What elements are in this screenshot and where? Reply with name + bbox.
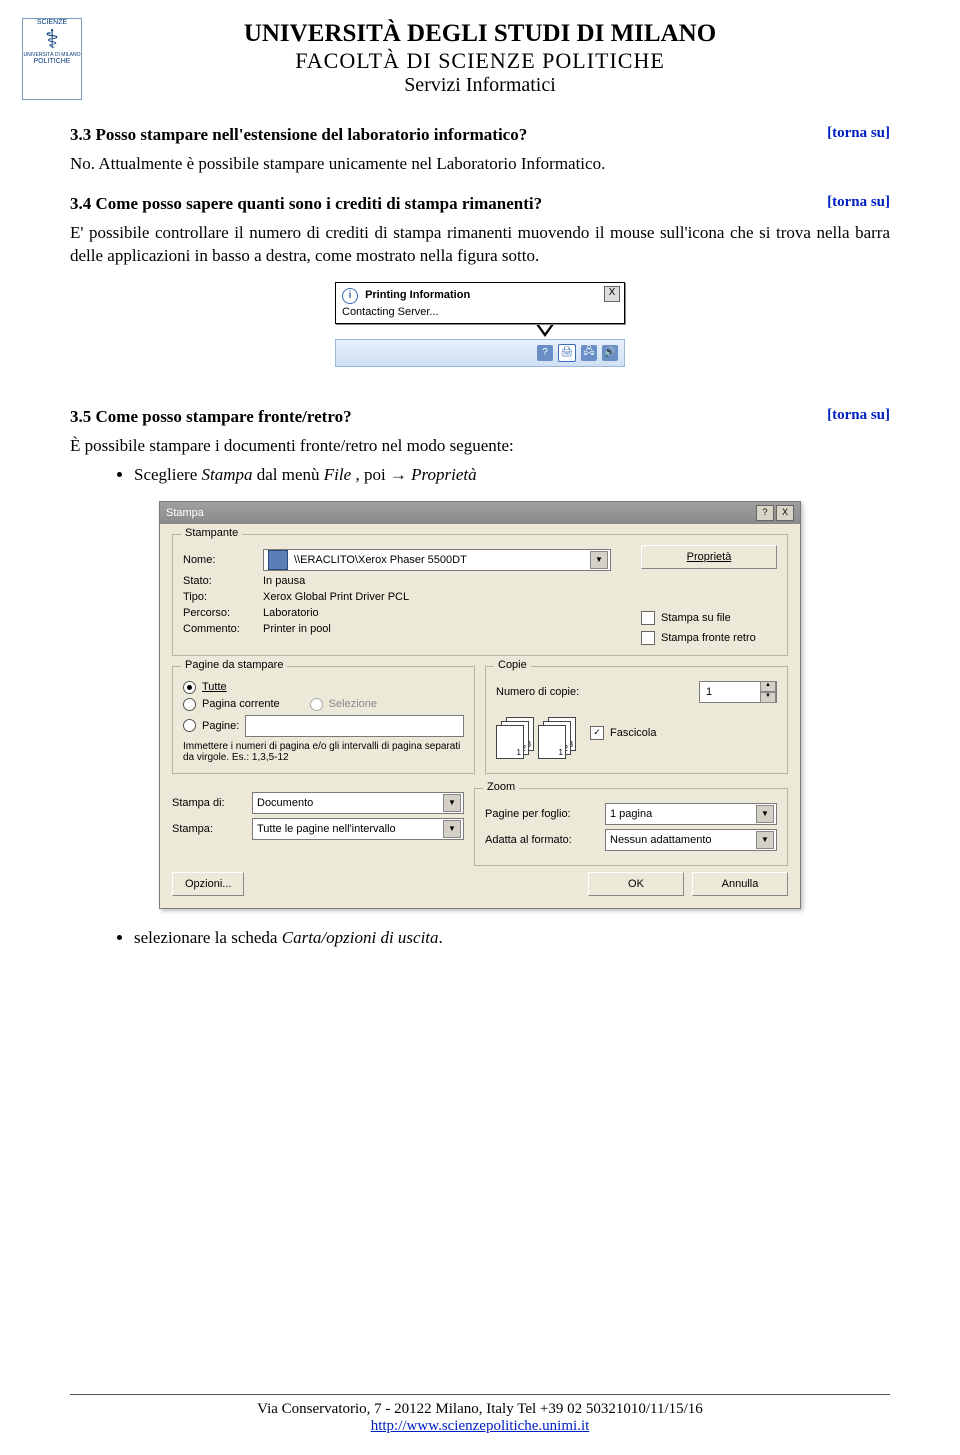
radio-icon [183, 719, 196, 732]
section-3-3-text: No. Attualmente è possibile stampare uni… [70, 153, 890, 176]
bullet-stampa-proprieta: Scegliere Stampa dal menù File , poi → P… [134, 464, 890, 487]
printing-info-tooltip: i Printing Information X Contacting Serv… [335, 282, 625, 324]
num-copie-spinner[interactable]: 1 ▲▼ [699, 681, 777, 703]
back-to-top-link[interactable]: [torna su] [827, 194, 890, 211]
chevron-down-icon: ▼ [443, 794, 461, 812]
ok-button[interactable]: OK [588, 872, 684, 896]
group-stampante-legend: Stampante [181, 527, 242, 539]
university-logo: SCIENZE ⚕ UNIVERSITÀ DI MILANO POLITICHE [22, 18, 82, 100]
ppf-value: 1 pagina [610, 808, 652, 820]
section-3-5-title: 3.5 Come posso stampare fronte/retro? [70, 407, 352, 427]
pagine-input[interactable] [245, 715, 464, 737]
radio-icon [183, 681, 196, 694]
annulla-button[interactable]: Annulla [692, 872, 788, 896]
network-tray-icon[interactable]: 🖧 [581, 345, 597, 361]
group-copie: Copie Numero di copie: 1▲▼ 321 321 ✓Fasc… [485, 666, 788, 774]
value-commento: Printer in pool [263, 623, 331, 635]
checkbox-fronte-retro[interactable]: Stampa fronte retro [641, 631, 756, 645]
volume-tray-icon[interactable]: 🔊 [602, 345, 618, 361]
spin-down-icon[interactable]: ▼ [760, 692, 776, 703]
radio-pagine[interactable]: Pagine: [183, 715, 464, 737]
group-copie-legend: Copie [494, 659, 531, 671]
section-3-4-text: E' possibile controllare il numero di cr… [70, 222, 890, 268]
tray-tooltip-figure: i Printing Information X Contacting Serv… [335, 282, 625, 367]
page-footer: Via Conservatorio, 7 - 20122 Milano, Ita… [70, 1394, 890, 1435]
footer-link[interactable]: http://www.scienzepolitiche.unimi.it [371, 1418, 590, 1434]
help-tray-icon[interactable]: ? [537, 345, 553, 361]
value-tipo: Xerox Global Print Driver PCL [263, 591, 409, 603]
chevron-down-icon: ▼ [756, 805, 774, 823]
back-to-top-link[interactable]: [torna su] [827, 407, 890, 424]
checkbox-icon [641, 631, 655, 645]
section-3-4-title: 3.4 Come posso sapere quanti sono i cred… [70, 194, 542, 214]
opzioni-button[interactable]: Opzioni... [172, 872, 244, 896]
num-copie-value: 1 [706, 686, 712, 698]
logo-text-bottom: POLITICHE [34, 58, 71, 65]
radio-pagina-corrente[interactable]: Pagina corrente [183, 698, 280, 711]
stampa-di-combo[interactable]: Documento ▼ [252, 792, 464, 814]
proprieta-button[interactable]: Proprietà [641, 545, 777, 569]
group-pagine: Pagine da stampare Tutte Pagina corrente… [172, 666, 475, 774]
footer-address: Via Conservatorio, 7 - 20122 Milano, Ita… [70, 1401, 890, 1418]
collate-illustration: 321 321 [496, 717, 574, 759]
university-name: UNIVERSITÀ DEGLI STUDI DI MILANO [70, 20, 890, 48]
page-header: UNIVERSITÀ DEGLI STUDI DI MILANO FACOLTÀ… [70, 20, 890, 97]
label-percorso: Percorso: [183, 607, 263, 619]
label-commento: Commento: [183, 623, 263, 635]
group-zoom-legend: Zoom [483, 781, 519, 793]
stampa-di-value: Documento [257, 797, 313, 809]
print-dialog: Stampa ? X Stampante Nome: \\ERACLITO\Xe… [159, 501, 801, 909]
bullet-seleziona-scheda: selezionare la scheda Carta/opzioni di u… [134, 927, 890, 950]
taskbar: ? 🖨 🖧 🔊 [335, 339, 625, 367]
service-name: Servizi Informatici [70, 74, 890, 97]
label-num-copie: Numero di copie: [496, 686, 699, 698]
checkbox-fascicola[interactable]: ✓Fascicola [590, 726, 656, 740]
radio-tutte[interactable]: Tutte [183, 681, 464, 694]
label-stampa: Stampa: [172, 823, 252, 835]
tooltip-text: Contacting Server... [342, 306, 618, 318]
pagine-help-text: Immettere i numeri di pagina e/o gli int… [183, 741, 464, 763]
stampa-combo[interactable]: Tutte le pagine nell'intervallo ▼ [252, 818, 464, 840]
label-stampa-di: Stampa di: [172, 797, 252, 809]
adatta-combo[interactable]: Nessun adattamento ▼ [605, 829, 777, 851]
label-tipo: Tipo: [183, 591, 263, 603]
spin-up-icon[interactable]: ▲ [760, 681, 776, 692]
ppf-combo[interactable]: 1 pagina ▼ [605, 803, 777, 825]
checkbox-icon: ✓ [590, 726, 604, 740]
tooltip-close-button[interactable]: X [604, 286, 620, 302]
chevron-down-icon: ▼ [590, 551, 608, 569]
group-stampante: Stampante Nome: \\ERACLITO\Xerox Phaser … [172, 534, 788, 656]
info-icon: i [342, 288, 358, 304]
label-pagine-per-foglio: Pagine per foglio: [485, 808, 605, 820]
dialog-close-button[interactable]: X [776, 505, 794, 521]
chevron-down-icon: ▼ [756, 831, 774, 849]
label-nome: Nome: [183, 554, 263, 566]
label-adatta: Adatta al formato: [485, 834, 605, 846]
label-stato: Stato: [183, 575, 263, 587]
checkbox-stampa-su-file[interactable]: Stampa su file [641, 611, 731, 625]
section-3-3-title: 3.3 Posso stampare nell'estensione del l… [70, 125, 527, 145]
tooltip-title: Printing Information [365, 289, 470, 301]
printer-name-combo[interactable]: \\ERACLITO\Xerox Phaser 5500DT ▼ [263, 549, 611, 571]
printer-icon [268, 550, 288, 570]
stampa-value: Tutte le pagine nell'intervallo [257, 823, 396, 835]
group-zoom: Zoom Pagine per foglio:1 pagina▼ Adatta … [474, 788, 788, 866]
radio-icon [183, 698, 196, 711]
section-3-5-intro: È possibile stampare i documenti fronte/… [70, 435, 890, 458]
value-percorso: Laboratorio [263, 607, 319, 619]
radio-selezione: Selezione [310, 698, 377, 711]
back-to-top-link[interactable]: [torna su] [827, 125, 890, 142]
adatta-value: Nessun adattamento [610, 834, 712, 846]
group-pagine-legend: Pagine da stampare [181, 659, 287, 671]
checkbox-icon [641, 611, 655, 625]
value-stato: In pausa [263, 575, 305, 587]
chevron-down-icon: ▼ [443, 820, 461, 838]
faculty-name: FACOLTÀ DI SCIENZE POLITICHE [70, 48, 890, 74]
caduceus-icon: ⚕ [45, 26, 59, 52]
radio-icon [310, 698, 323, 711]
dialog-title: Stampa [166, 507, 204, 519]
print-credits-tray-icon[interactable]: 🖨 [558, 344, 576, 362]
dialog-help-button[interactable]: ? [756, 505, 774, 521]
printer-name-value: \\ERACLITO\Xerox Phaser 5500DT [294, 554, 467, 566]
